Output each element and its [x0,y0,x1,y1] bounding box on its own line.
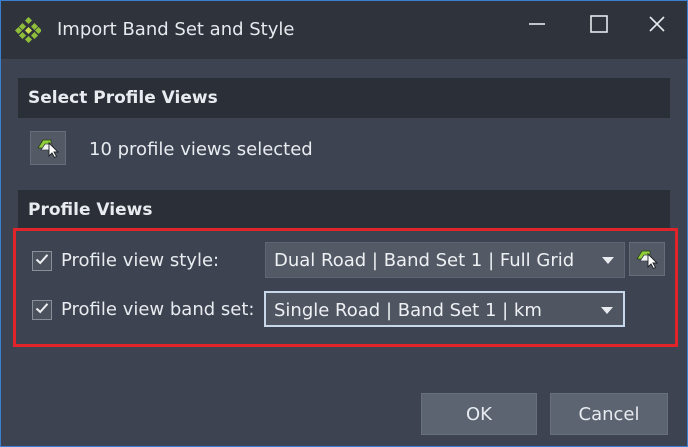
profile-view-band-set-dropdown[interactable]: Single Road | Band Set 1 | km [264,291,625,327]
dropdown-value: Single Road | Band Set 1 | km [274,300,542,321]
close-button[interactable] [639,11,675,41]
pick-style-button[interactable] [629,242,665,276]
dropdown-arrow-icon [602,257,614,264]
select-profile-views-header: Select Profile Views [18,78,670,118]
profile-view-style-label: Profile view style: [61,250,220,271]
checkmark-icon [34,251,50,271]
civil3d-diamond-icon [14,16,43,44]
close-icon [647,14,667,38]
minimize-icon [527,14,547,38]
maximize-button[interactable] [581,11,617,41]
section-title: Profile Views [28,200,153,220]
profile-view-band-set-label: Profile view band set: [61,299,255,320]
pick-object-icon [35,134,61,162]
maximize-icon [589,14,609,38]
dropdown-value: Dual Road | Band Set 1 | Full Grid [274,250,575,271]
selection-status-text: 10 profile views selected [89,139,313,160]
title-bar[interactable]: Import Band Set and Style [1,1,687,59]
pick-object-icon [634,245,660,273]
dropdown-arrow-icon [601,307,613,314]
profile-view-style-dropdown[interactable]: Dual Road | Band Set 1 | Full Grid [265,242,625,278]
cancel-button[interactable]: Cancel [550,393,668,435]
profile-views-header: Profile Views [18,190,670,230]
pick-profile-views-button[interactable] [30,131,66,165]
profile-view-band-set-checkbox[interactable] [32,300,52,320]
ok-button[interactable]: OK [421,393,537,435]
window-title: Import Band Set and Style [57,19,295,40]
profile-view-style-checkbox[interactable] [32,251,52,271]
import-band-set-dialog: Import Band Set and Style Select Profile… [0,0,688,447]
section-title: Select Profile Views [28,88,218,108]
checkmark-icon [34,300,50,320]
minimize-button[interactable] [519,11,555,41]
